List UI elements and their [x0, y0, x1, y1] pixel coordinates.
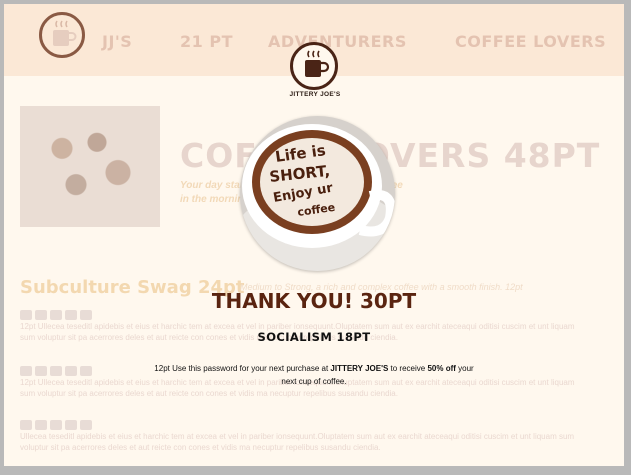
- nav-item-jjs[interactable]: JJ'S: [102, 32, 132, 51]
- nav-item-coffee-lovers[interactable]: COFFEE LOVERS: [455, 32, 606, 51]
- nav-item-21pt[interactable]: 21 PT: [180, 32, 233, 51]
- message-brand: JITTERY JOE'S: [330, 364, 389, 373]
- modal-title: THANK YOU! 30PT: [211, 289, 417, 313]
- nav-item-adventurers[interactable]: ADVENTURERS: [268, 32, 407, 51]
- latte-art-graphic: Life is SHORT, Enjoy ur coffee: [240, 124, 395, 271]
- modal-subtitle: SOCIALISM 18PT: [257, 330, 371, 344]
- brand-name: JITTERY JOE'S: [289, 91, 341, 98]
- coffee-cup-icon[interactable]: [39, 12, 85, 58]
- message-text-1: 12pt Use this password for your next pur…: [154, 364, 331, 373]
- coffee-cup-icon-graphic: [53, 20, 77, 46]
- message-discount: 50% off: [427, 364, 456, 373]
- rating-cups: [20, 363, 95, 376]
- coffee-art-image: Life is SHORT, Enjoy ur coffee: [240, 116, 395, 271]
- coffee-beans-photo: [20, 106, 160, 227]
- rating-cups: [20, 307, 95, 320]
- brand-logo-icon-graphic: [305, 50, 330, 77]
- message-text-2: to receive: [388, 364, 428, 373]
- body-paragraph-3: Ullecea teseditl apidebis et eius et har…: [20, 432, 575, 452]
- coffee-cup-icon: [290, 42, 338, 90]
- modal-message: 12pt Use this password for your next pur…: [154, 362, 474, 388]
- rating-cups: [20, 417, 95, 430]
- page: JJ'S 21 PT ADVENTURERS COFFEE LOVERS COF…: [4, 4, 624, 466]
